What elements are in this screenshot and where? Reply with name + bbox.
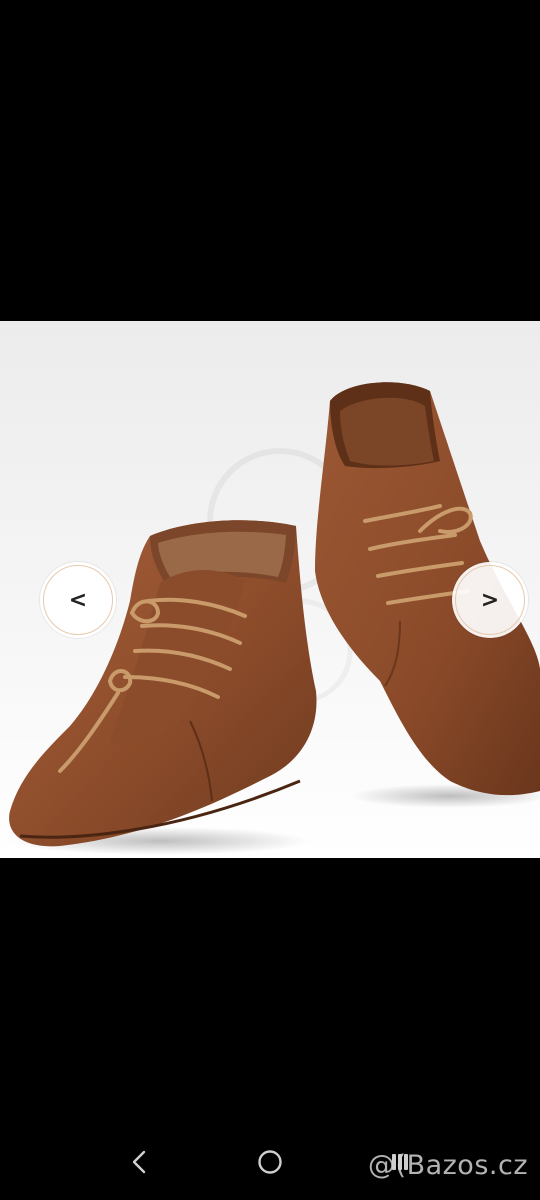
chevron-left-icon [132,1150,146,1174]
next-image-button[interactable]: > [452,562,528,638]
back-button[interactable] [126,1148,154,1181]
chevron-left-label: < [68,587,88,613]
system-navigation-bar: @(Bazos.cz [0,1130,540,1200]
chevron-right-label: > [480,587,500,613]
watermark-text: @(Bazos.cz [368,1150,528,1181]
home-button[interactable] [256,1148,284,1181]
circle-home-icon [258,1150,282,1174]
previous-image-button[interactable]: < [40,562,116,638]
image-viewer: < > @(Bazos.cz [0,0,540,1200]
